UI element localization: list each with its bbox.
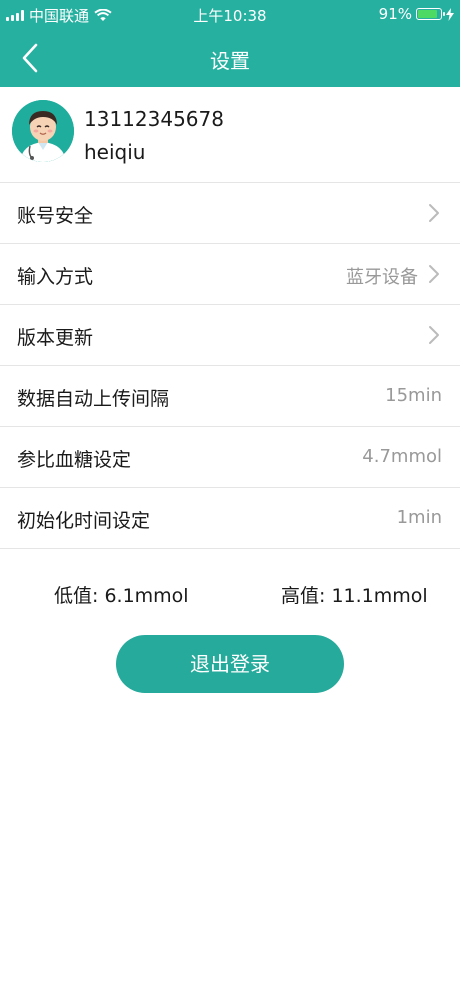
settings-row[interactable]: 初始化时间设定 1min (0, 488, 460, 549)
chevron-right-icon (429, 326, 439, 344)
settings-row-label: 账号安全 (17, 205, 94, 227)
settings-row-value: 4.7mmol (362, 446, 442, 467)
battery-fill (418, 10, 438, 18)
settings-row-label: 参比血糖设定 (17, 449, 132, 471)
battery-percent: 91% (378, 5, 412, 23)
nav-bar: 设置 (0, 30, 460, 87)
settings-row-value: 蓝牙设备 (346, 267, 418, 288)
chevron-right-icon (429, 265, 439, 283)
settings-row[interactable]: 账号安全 (0, 183, 460, 244)
header: 中国联通 上午10:38 91% 设置 (0, 0, 460, 87)
high-limit: 高值: 11.1mmol (281, 585, 428, 607)
settings-row-label: 版本更新 (17, 327, 94, 349)
settings-row-value: 1min (396, 507, 442, 528)
settings-row[interactable]: 数据自动上传间隔 15min (0, 366, 460, 427)
settings-row-label: 输入方式 (17, 266, 94, 288)
page-title: 设置 (210, 49, 250, 73)
profile-username: heiqiu (84, 140, 146, 164)
profile-phone: 13112345678 (84, 107, 224, 131)
glucose-limits: 低值: 6.1mmol 高值: 11.1mmol (0, 549, 460, 639)
chevron-right-icon (429, 204, 439, 222)
status-right: 91% (379, 5, 454, 23)
profile-card[interactable]: 13112345678 heiqiu (0, 87, 460, 183)
settings-list: 账号安全输入方式 蓝牙设备版本更新数据自动上传间隔 15min 参比血糖设定 4.7mm… (0, 183, 460, 549)
status-bar: 中国联通 上午10:38 91% (0, 0, 460, 30)
settings-row-value: 15min (385, 385, 442, 406)
settings-row-label: 初始化时间设定 (17, 510, 151, 532)
settings-row[interactable]: 参比血糖设定 4.7mmol (0, 427, 460, 488)
doctor-avatar-icon (12, 100, 74, 162)
battery-icon (416, 8, 445, 20)
low-limit: 低值: 6.1mmol (54, 585, 189, 607)
logout-button[interactable]: 退出登录 (116, 635, 344, 693)
avatar (12, 100, 74, 162)
charging-bolt-icon (446, 7, 454, 21)
settings-row[interactable]: 版本更新 (0, 305, 460, 366)
settings-row[interactable]: 输入方式 蓝牙设备 (0, 244, 460, 305)
settings-row-label: 数据自动上传间隔 (17, 388, 170, 410)
